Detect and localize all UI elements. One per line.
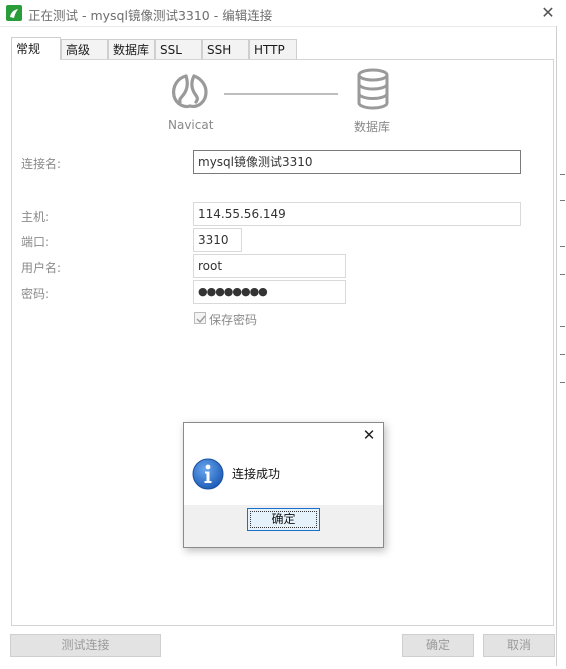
dialog-ok-button[interactable]: 确定 [247,508,320,531]
tab-ssl[interactable]: SSL [155,39,202,59]
navicat-label: Navicat [168,118,214,132]
tab-advanced[interactable]: 高级 [61,39,108,59]
ok-button[interactable]: 确定 [402,634,474,657]
navicat-logo-icon [166,68,212,112]
connection-name-label: 连接名: [21,157,62,171]
username-input[interactable]: root [193,254,346,278]
password-input[interactable]: ●●●●●●●● [193,280,346,304]
info-icon [192,458,224,490]
test-connection-button[interactable]: 测试连接 [10,634,161,657]
dialog-message: 连接成功 [232,467,281,481]
port-input[interactable]: 3310 [193,228,242,252]
window-title: 正在测试 - mysql镜像测试3310 - 编辑连接 [28,8,273,23]
connection-name-input[interactable]: mysql镜像测试3310 [193,150,521,174]
password-label: 密码: [21,287,50,301]
tab-http[interactable]: HTTP [249,39,297,59]
title-divider [0,26,566,27]
tab-ssh[interactable]: SSH [202,39,249,59]
cancel-button[interactable]: 取消 [483,634,555,657]
database-label: 数据库 [354,120,391,134]
tab-databases[interactable]: 数据库 [108,39,155,59]
connection-success-dialog: ✕ 连接成功 确定 [183,422,384,548]
dialog-close-button[interactable]: ✕ [359,425,379,445]
host-input[interactable]: 114.55.56.149 [193,202,521,226]
navicat-app-icon [6,5,22,21]
connection-line [224,93,338,95]
database-icon [356,68,390,110]
title-bar: 正在测试 - mysql镜像测试3310 - 编辑连接 ✕ [0,0,566,26]
host-label: 主机: [21,210,50,224]
dialog-title-bar: ✕ [184,423,383,447]
port-label: 端口: [21,235,50,249]
background-window-edge [556,26,566,666]
save-password-label: 保存密码 [209,313,258,327]
save-password-checkbox[interactable] [194,312,206,324]
username-label: 用户名: [21,261,62,275]
tab-general[interactable]: 常规 [11,37,61,60]
window-close-button[interactable]: ✕ [536,2,560,24]
